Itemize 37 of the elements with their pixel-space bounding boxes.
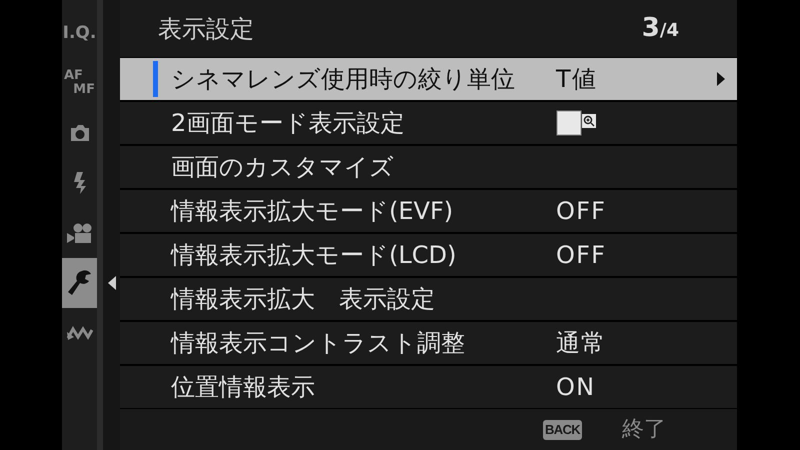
page-total: /4 [660, 19, 679, 43]
setting-label: 情報表示コントラスト調整 [171, 328, 466, 359]
setting-label: シネマレンズ使用時の絞り単位 [171, 64, 516, 95]
setting-value: T値 [556, 64, 598, 95]
submenu-arrow-icon [717, 72, 725, 86]
connection-icon [66, 326, 92, 340]
menu-tab[interactable] [62, 258, 97, 308]
flash-icon [72, 172, 86, 194]
menu-row[interactable]: 位置情報表示 ON [120, 366, 737, 408]
setting-value: OFF [556, 240, 606, 271]
menu-row[interactable]: 情報表示コントラスト調整 通常 [120, 322, 737, 364]
left-arrow-icon [108, 276, 116, 290]
menu-title: 表示設定 [158, 14, 254, 44]
menu-row[interactable]: 画面のカスタマイズ [120, 146, 737, 188]
menu-row[interactable]: 情報表示拡大 表示設定 [120, 278, 737, 320]
exit-label: 終了 [622, 416, 666, 444]
selection-marker [153, 61, 158, 97]
setting-value: OFF [556, 196, 606, 227]
setting-label: 画面のカスタマイズ [171, 152, 395, 183]
menu-tab[interactable]: AF MF [62, 58, 97, 108]
back-key-badge: BACK [543, 420, 582, 440]
menu-row[interactable]: シネマレンズ使用時の絞り単位 T値 [120, 58, 737, 100]
menu-tab[interactable]: I.Q. [62, 8, 97, 58]
setting-label: 位置情報表示 [171, 372, 316, 403]
setting-value: 通常 [556, 328, 606, 359]
wrench-icon [68, 270, 92, 296]
setting-label: 2画面モード表示設定 [171, 108, 406, 139]
setting-label: 情報表示拡大モード(LCD) [171, 240, 458, 271]
menu-row[interactable]: 情報表示拡大モード(EVF) OFF [120, 190, 737, 232]
setting-value: ON [556, 372, 596, 403]
menu-row[interactable]: 情報表示拡大モード(LCD) OFF [120, 234, 737, 276]
camera-icon [68, 125, 90, 141]
menu-row[interactable]: 2画面モード表示設定 [120, 102, 737, 144]
setting-label: 情報表示拡大 表示設定 [171, 284, 436, 315]
page-number: 3 [642, 12, 660, 45]
movie-camera-icon [66, 223, 92, 243]
setting-label: 情報表示拡大モード(EVF) [171, 196, 454, 227]
